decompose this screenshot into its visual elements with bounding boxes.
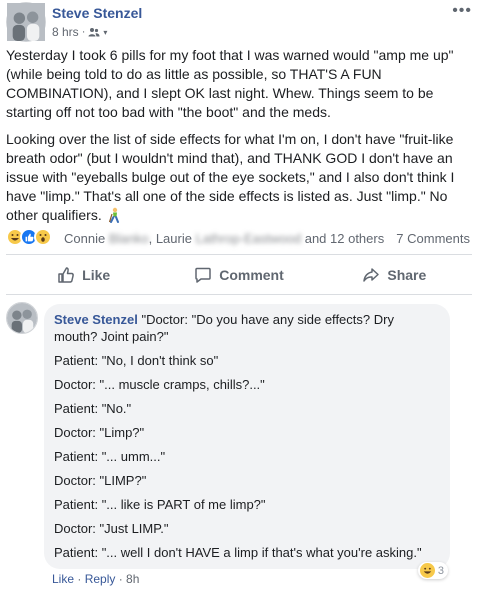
comment-line: Doctor: "... muscle cramps, chills?..." (54, 377, 265, 392)
comment-button[interactable]: Comment (161, 258, 316, 292)
commenter-name[interactable]: Steve Stenzel (54, 312, 138, 327)
post-header: Steve Stenzel 8 hrs · ▾ ••• (6, 2, 474, 42)
author-avatar[interactable] (6, 2, 46, 42)
comment-line: Doctor: "LIMP?" (54, 473, 147, 488)
post-meta: 8 hrs · ▾ (52, 25, 107, 39)
reactors-list[interactable]: Connie Blanko, Laurie Lathrop-Eastwood a… (64, 231, 384, 246)
comment-like-link[interactable]: Like (52, 572, 74, 586)
comment-line: Patient: "... well I don't HAVE a limp i… (54, 545, 422, 560)
person-limping-emoji (108, 207, 119, 223)
facebook-post: Steve Stenzel 8 hrs · ▾ ••• Yesterday I … (0, 0, 480, 589)
reactions-summary[interactable]: Connie Blanko, Laurie Lathrop-Eastwood a… (6, 226, 472, 250)
comment-timestamp[interactable]: 8h (126, 572, 139, 586)
post-actions: Like Comment Share (6, 258, 472, 292)
share-button[interactable]: Share (317, 258, 472, 292)
more-options-icon[interactable]: ••• (452, 3, 472, 19)
comment-label: Comment (219, 267, 284, 283)
comment-reply-link[interactable]: Reply (85, 572, 116, 586)
comment-reaction-count: 3 (437, 564, 444, 577)
comment-line: Patient: "No." (54, 401, 132, 416)
comment-reaction-badge[interactable]: 3 (417, 562, 448, 579)
like-button[interactable]: Like (6, 258, 161, 292)
post-timestamp[interactable]: 8 hrs (52, 25, 79, 39)
wow-reaction-icon (34, 228, 52, 246)
divider (6, 254, 472, 255)
haha-reaction-icon (419, 563, 435, 578)
share-icon (363, 268, 380, 282)
reaction-icons[interactable] (6, 228, 52, 246)
comment-actions: Like · Reply · 8h (52, 572, 140, 586)
commenter-avatar[interactable] (6, 302, 38, 334)
thumbs-up-icon (58, 267, 75, 283)
like-label: Like (82, 267, 111, 283)
comment-line: Patient: "... like is PART of me limp?" (54, 497, 266, 512)
comment-line: Doctor: "Just LIMP." (54, 521, 169, 536)
comment-icon (195, 267, 211, 283)
comment-count[interactable]: 7 Comments (396, 231, 470, 246)
post-body: Yesterday I took 6 pills for my foot tha… (6, 46, 472, 233)
comment-line: Patient: "... umm..." (54, 449, 166, 464)
comment-line: Patient: "No, I don't think so" (54, 353, 219, 368)
divider (6, 294, 472, 295)
comment-bubble: Steve Stenzel "Doctor: "Do you have any … (44, 304, 450, 569)
friends-icon[interactable] (88, 27, 100, 37)
author-name[interactable]: Steve Stenzel (52, 5, 142, 21)
chevron-down-icon[interactable]: ▾ (103, 28, 107, 37)
post-paragraph: Yesterday I took 6 pills for my foot tha… (6, 47, 454, 120)
comment-line: Doctor: "Limp?" (54, 425, 145, 440)
share-label: Share (387, 267, 427, 283)
meta-separator: · (81, 26, 86, 38)
comment-line: Steve Stenzel "Doctor: "Do you have any … (54, 312, 394, 344)
post-paragraph: Looking over the list of side effects fo… (6, 131, 455, 223)
